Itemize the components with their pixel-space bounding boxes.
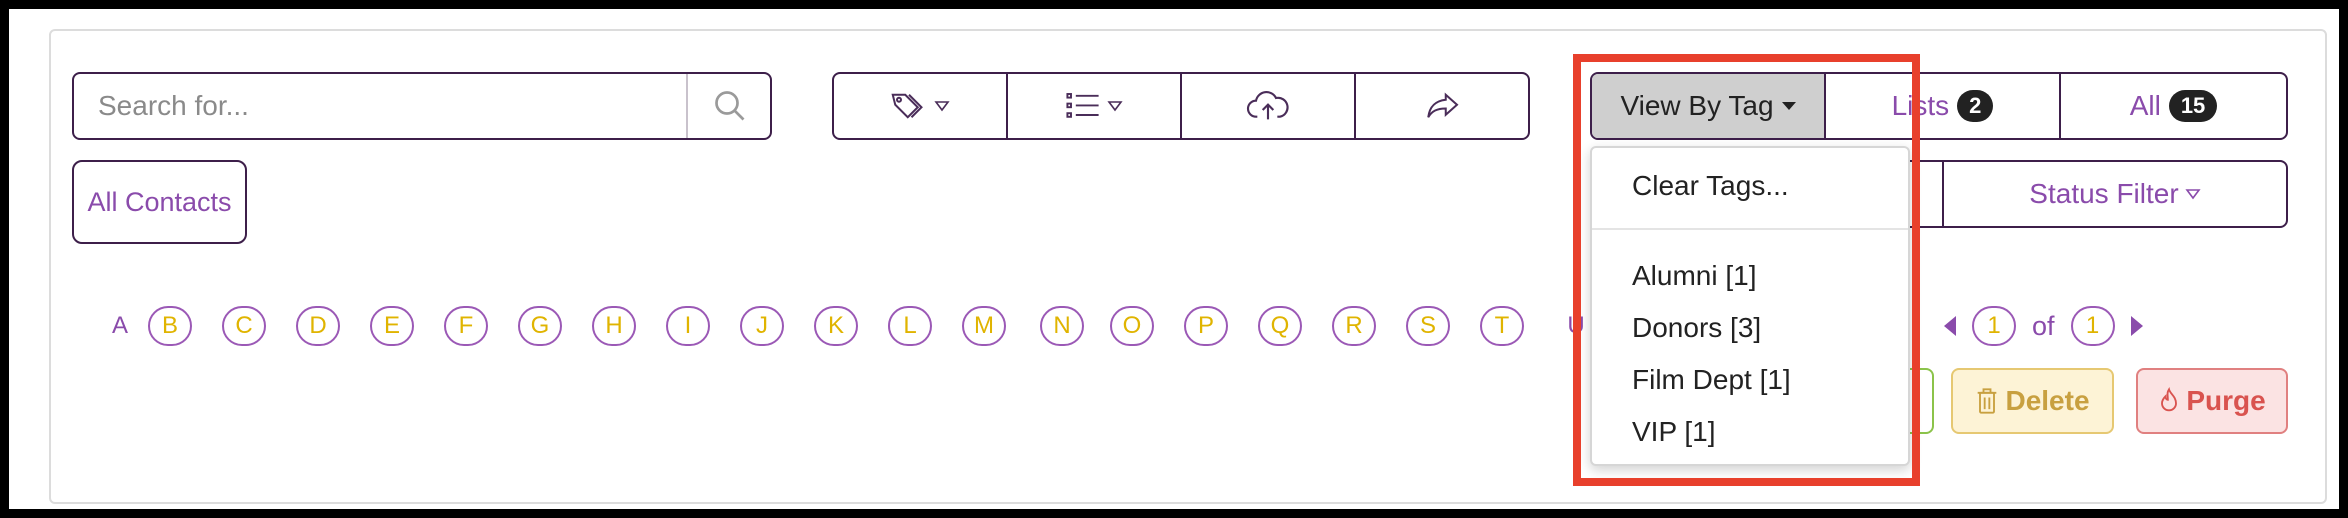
all-label: All [2129, 90, 2161, 121]
letter-filter-g[interactable]: G [518, 306, 562, 346]
list-menu-button[interactable] [1008, 74, 1182, 138]
cloud-upload-icon [1247, 91, 1289, 120]
letter-filter-h[interactable]: H [592, 306, 636, 346]
purge-button[interactable]: Purge [2136, 368, 2288, 434]
letter-filter-l[interactable]: L [888, 306, 932, 346]
upload-button[interactable] [1182, 74, 1356, 138]
all-button[interactable]: All 15 [2061, 74, 2286, 138]
trash-icon [1978, 388, 1997, 414]
of-label: of [2032, 310, 2055, 341]
all-count-badge: 15 [2168, 90, 2218, 122]
tag-icon [891, 93, 923, 119]
next-page-icon[interactable] [2130, 316, 2143, 336]
search-button[interactable] [686, 74, 772, 138]
all-contacts-label: All Contacts [87, 186, 232, 217]
search-icon [715, 91, 745, 121]
status-filter-button[interactable]: Status Filter [1944, 162, 2286, 226]
letter-filter-m[interactable]: M [962, 306, 1006, 346]
letter-filter-b[interactable]: B [148, 306, 192, 346]
current-page[interactable]: 1 [1972, 306, 2016, 346]
letter-filter-s[interactable]: S [1406, 306, 1450, 346]
letter-filter-q[interactable]: Q [1258, 306, 1302, 346]
letter-filter-o[interactable]: O [1110, 306, 1154, 346]
letter-filter-r[interactable]: R [1332, 306, 1376, 346]
pagination: 1 of 1 [1944, 304, 2143, 348]
chevron-down-icon [934, 101, 950, 112]
letter-filter-d[interactable]: D [296, 306, 340, 346]
search-box [72, 72, 772, 140]
highlight-box [1573, 54, 1920, 486]
search-input[interactable] [74, 74, 686, 138]
all-contacts-button[interactable]: All Contacts [72, 160, 247, 244]
share-button[interactable] [1356, 74, 1528, 138]
letter-filter-j[interactable]: J [740, 306, 784, 346]
lists-count-badge: 2 [1957, 90, 1994, 122]
letter-filter-p[interactable]: P [1184, 306, 1228, 346]
delete-button[interactable]: Delete [1951, 368, 2114, 434]
chevron-down-icon [2185, 189, 2201, 200]
action-toolbar [832, 72, 1530, 140]
chevron-down-icon [1107, 101, 1123, 112]
letter-filter-c[interactable]: C [222, 306, 266, 346]
list-icon [1066, 93, 1099, 118]
share-icon [1427, 92, 1459, 118]
delete-label: Delete [2005, 385, 2090, 416]
letter-filter-e[interactable]: E [370, 306, 414, 346]
letter-filter-k[interactable]: K [814, 306, 858, 346]
letter-filter-a[interactable]: A [98, 306, 142, 346]
fire-icon [2161, 387, 2178, 412]
status-filter-label: Status Filter [2029, 178, 2179, 209]
letter-filter-n[interactable]: N [1040, 306, 1084, 346]
letter-filter-f[interactable]: F [444, 306, 488, 346]
purge-label: Purge [2186, 385, 2266, 416]
letter-filter-t[interactable]: T [1480, 306, 1524, 346]
prev-page-icon[interactable] [1944, 316, 1956, 336]
total-pages[interactable]: 1 [2070, 306, 2115, 346]
tag-menu-button[interactable] [834, 74, 1008, 138]
letter-filter-i[interactable]: I [666, 306, 710, 346]
